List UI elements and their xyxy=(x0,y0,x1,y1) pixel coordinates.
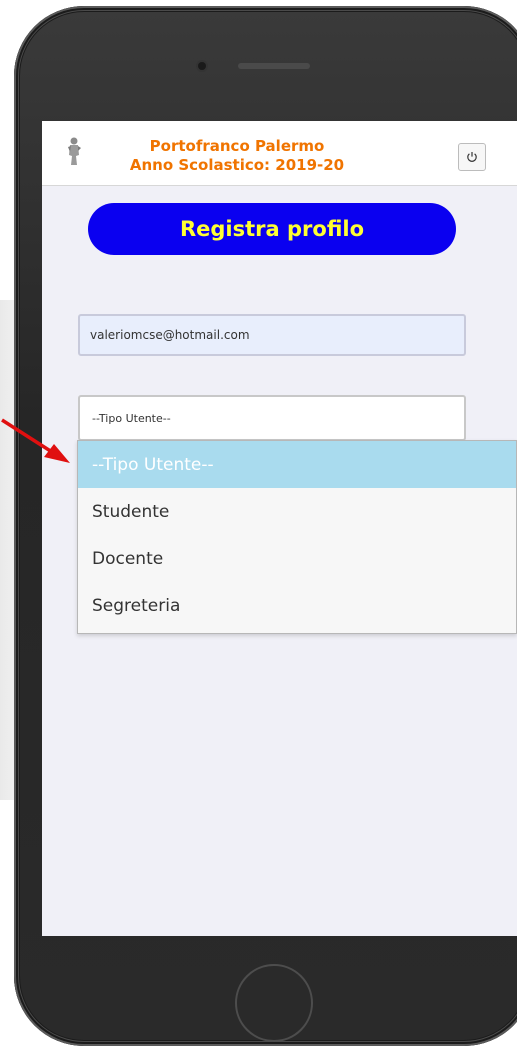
option-studente[interactable]: Studente xyxy=(78,488,516,535)
option-segreteria[interactable]: Segreteria xyxy=(78,582,516,629)
email-field[interactable] xyxy=(78,314,466,356)
red-arrow-icon xyxy=(1,418,70,463)
logout-button[interactable] xyxy=(458,143,486,171)
page-title: Portofranco Palermo Anno Scolastico: 201… xyxy=(42,137,432,175)
register-profile-button[interactable]: Registra profilo xyxy=(88,203,456,255)
home-button[interactable] xyxy=(235,964,313,1042)
option-docente[interactable]: Docente xyxy=(78,535,516,582)
power-icon xyxy=(467,152,477,162)
app-header: Portofranco Palermo Anno Scolastico: 201… xyxy=(42,121,517,186)
speaker-grille xyxy=(238,63,310,69)
select-value: --Tipo Utente-- xyxy=(92,411,171,425)
title-line-2: Anno Scolastico: 2019-20 xyxy=(129,156,345,174)
option-tipo-utente[interactable]: --Tipo Utente-- xyxy=(78,441,516,488)
camera-icon xyxy=(198,62,206,70)
title-line-1: Portofranco Palermo xyxy=(149,137,325,155)
user-type-select[interactable]: --Tipo Utente-- xyxy=(78,395,466,441)
user-type-dropdown[interactable]: --Tipo Utente-- Studente Docente Segrete… xyxy=(77,440,517,634)
